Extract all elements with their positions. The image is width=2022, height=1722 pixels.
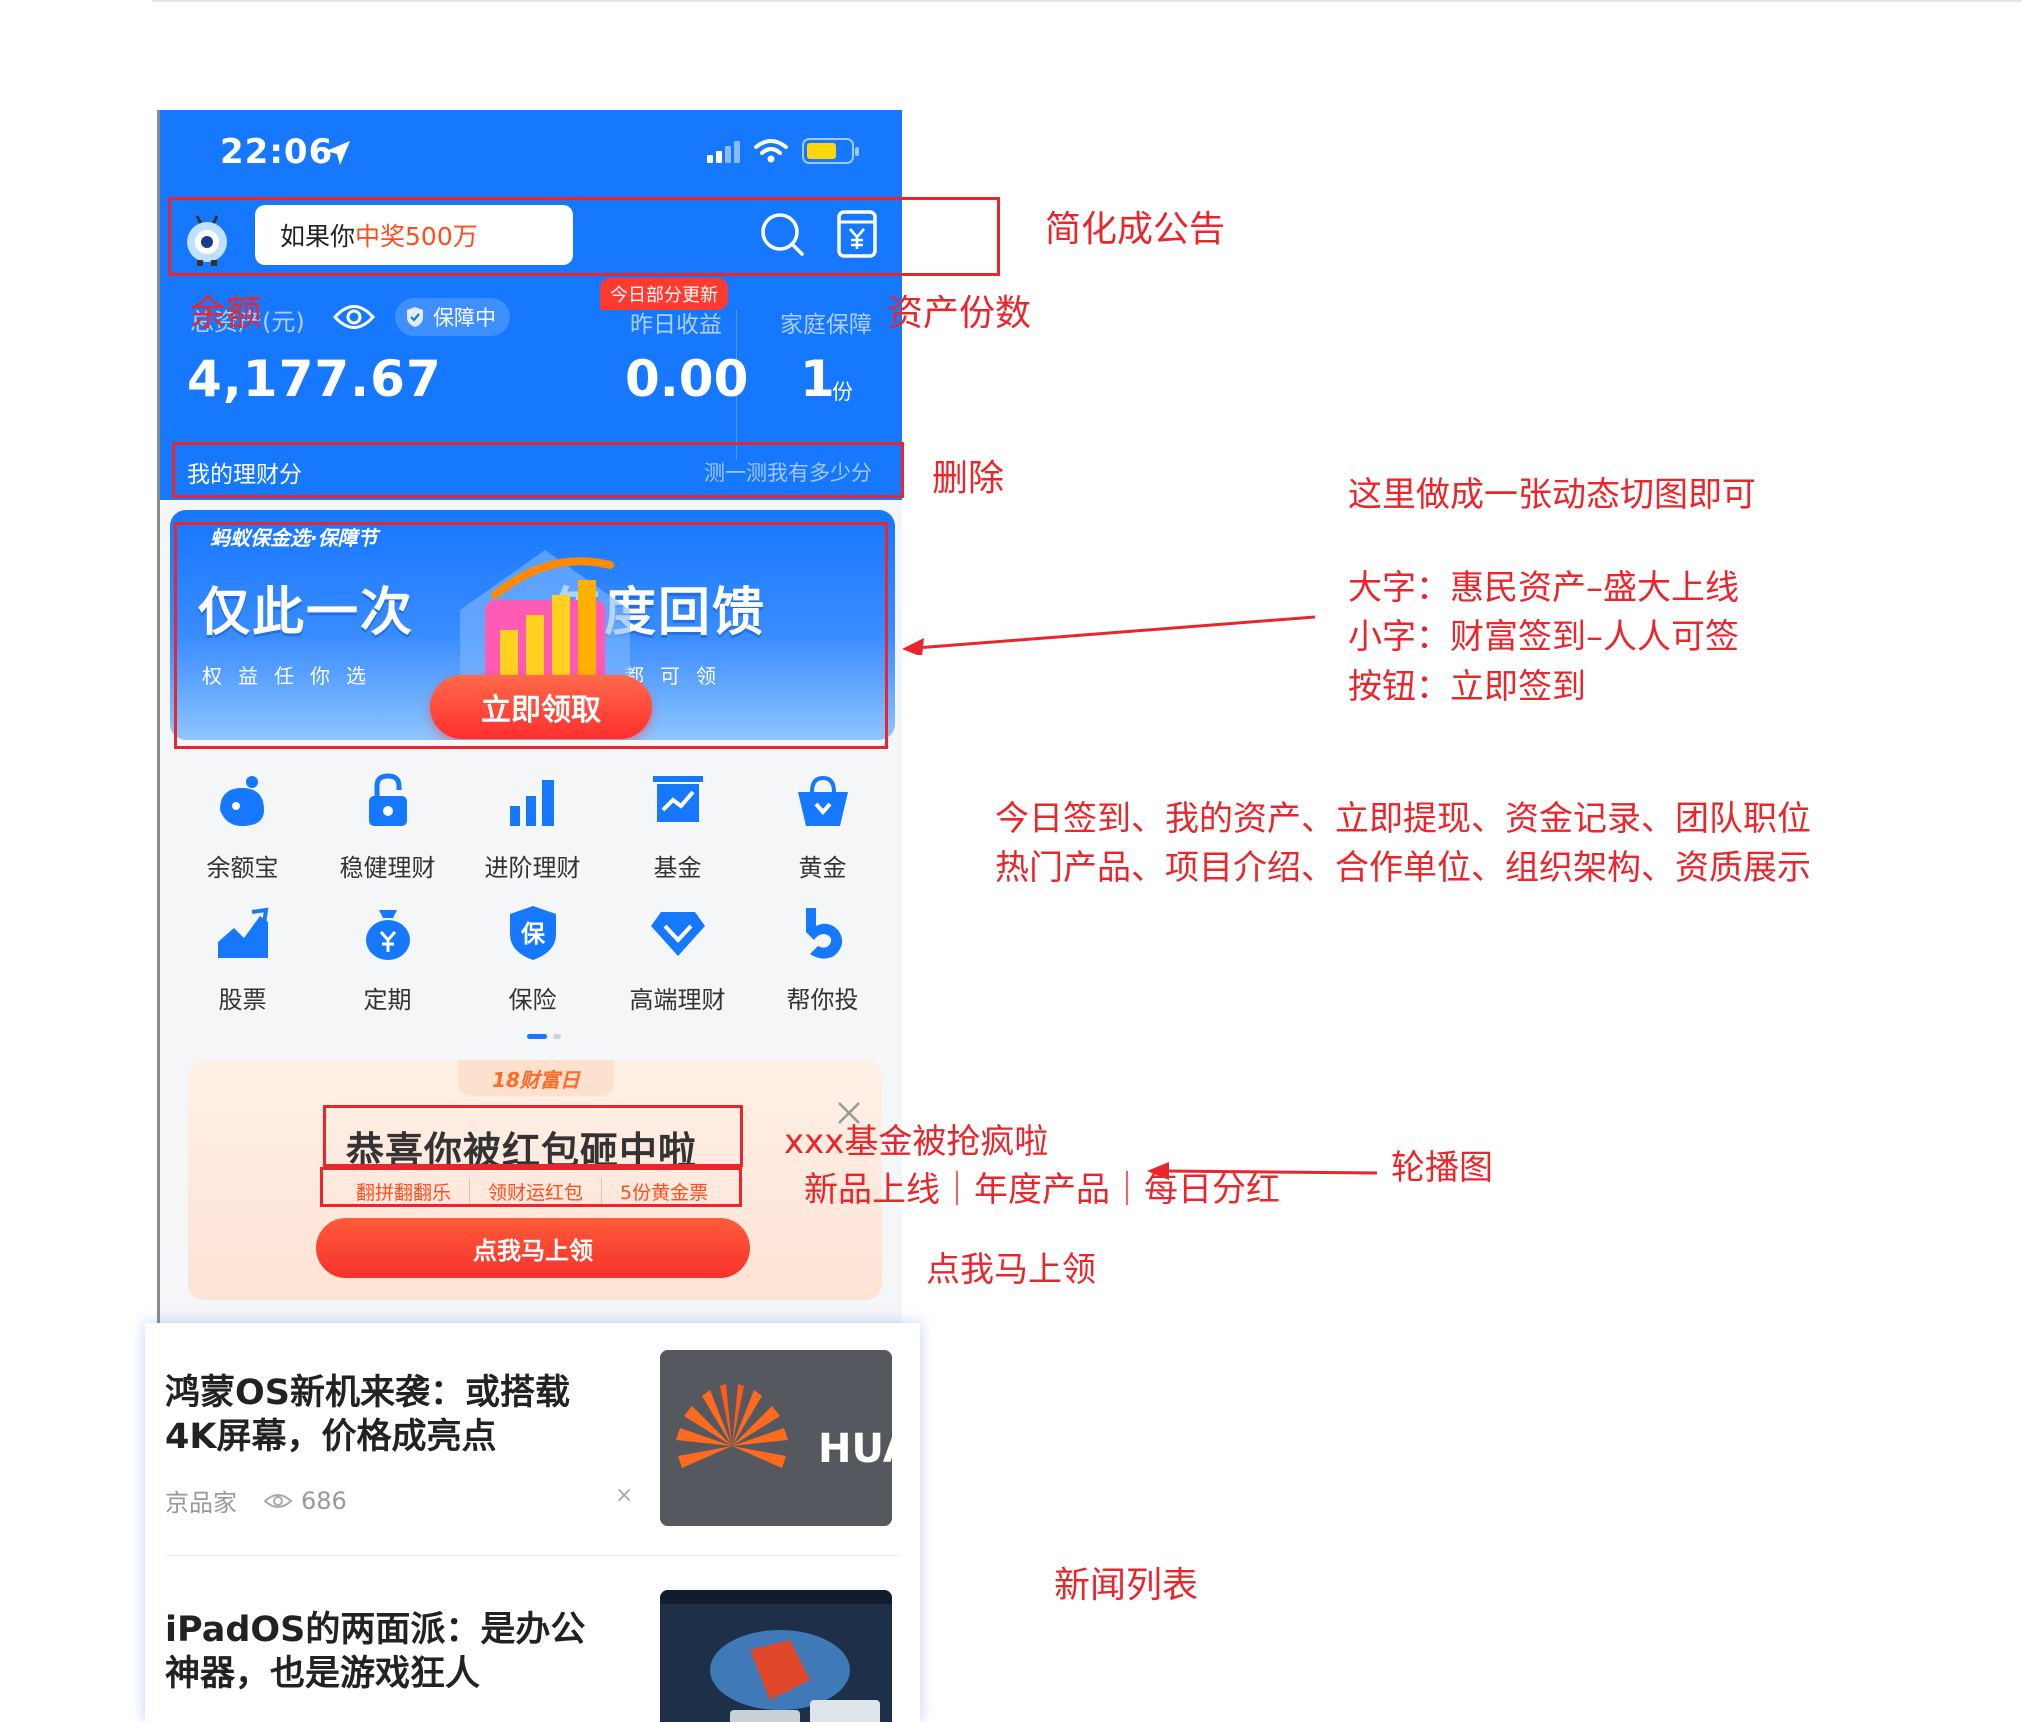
battery-icon [802, 138, 859, 164]
annotation-grid-line2: 热门产品、项目介绍、合作单位、组织架构、资质展示 [995, 848, 1811, 888]
divider [165, 1555, 900, 1556]
annotation-box-banner [174, 522, 888, 749]
annotation-promo-title: xxx基金被抢疯啦 [784, 1122, 1049, 1162]
dismiss-icon[interactable]: × [615, 1483, 633, 1508]
shield-check-icon [407, 307, 423, 327]
eye-icon [263, 1493, 293, 1508]
annotation-arrow-banner [902, 615, 1316, 655]
grid-label: 帮你投 [786, 986, 859, 1014]
status-icons [707, 138, 859, 164]
promo-tag: 18财富日 [458, 1060, 614, 1096]
diamond-icon [650, 912, 705, 956]
annotation-header: 简化成公告 [1045, 209, 1226, 250]
grid-label: 稳健理财 [339, 854, 436, 882]
family-protection-label: 家庭保障 [780, 312, 872, 338]
status-time: 22:06 [220, 132, 334, 172]
annotation-carousel: 轮播图 [1391, 1148, 1493, 1188]
grid-item-insurance[interactable]: 保 保险 [460, 902, 605, 1015]
grid-label: 黄金 [798, 854, 847, 882]
news-meta: 京品家 686 [165, 1483, 347, 1518]
wifi-icon [754, 139, 788, 163]
svg-text:保: 保 [520, 920, 546, 948]
news-item[interactable]: iPadOS的两面派：是办公神器，也是游戏狂人 [165, 1558, 900, 1722]
annotation-banner-button: 按钮：立即签到 [1348, 667, 1586, 707]
helper-icon [805, 908, 842, 959]
grid-label: 余额宝 [206, 854, 279, 882]
eye-icon[interactable] [332, 300, 376, 334]
guard-label: 保障中 [433, 306, 496, 330]
grid-item-premium[interactable]: 高端理财 [605, 902, 750, 1015]
annotation-box-header [168, 197, 1000, 276]
grid-item-stock[interactable]: 股票 [170, 902, 315, 1015]
grid-label: 进阶理财 [484, 854, 581, 882]
grid-label: 基金 [653, 854, 702, 882]
promo-claim-button[interactable]: 点我马上领 [316, 1218, 750, 1278]
grid-item-steady[interactable]: 稳健理财 [315, 770, 460, 883]
grid-item-fixed[interactable]: 定期 [315, 902, 460, 1015]
total-assets-value[interactable]: 4,177.67 [187, 350, 442, 408]
stock-icon [217, 907, 268, 958]
annotation-banner-small: 小字：财富签到–人人可签 [1348, 617, 1739, 657]
signal-icon [707, 139, 740, 163]
annotation-arrow-carousel [1147, 1162, 1378, 1180]
grid-item-gold[interactable]: 黄金 [750, 770, 895, 883]
page-top-rule [152, 0, 2022, 2]
yesterday-income-value[interactable]: 0.00 [625, 350, 748, 408]
annotation-banner-note: 这里做成一张动态切图即可 [1348, 475, 1756, 515]
bar-chart-icon [509, 780, 554, 826]
news-list: 鸿蒙OS新机来袭：或搭载4K屏幕，价格成亮点 京品家 686 × HU iPad… [145, 1323, 920, 1722]
annotation-box-promo-tags [320, 1167, 742, 1207]
news-thumbnail: HUAW [660, 1350, 892, 1526]
annotation-box-score [172, 442, 904, 498]
money-bag-icon [365, 910, 410, 960]
page-indicator [527, 1034, 561, 1039]
news-title: 鸿蒙OS新机来袭：或搭载4K屏幕，价格成亮点 [165, 1373, 570, 1457]
annotation-banner-big: 大字：惠民资产–盛大上线 [1348, 568, 1739, 608]
news-item[interactable]: 鸿蒙OS新机来袭：或搭载4K屏幕，价格成亮点 京品家 686 × HU [165, 1323, 900, 1553]
grid-label: 高端理财 [629, 986, 726, 1014]
grid-item-fund[interactable]: 基金 [605, 770, 750, 883]
location-arrow-icon [326, 141, 350, 165]
gold-bag-icon [797, 775, 848, 826]
yesterday-income-label: 昨日收益 [630, 312, 722, 338]
grid-item-helper[interactable]: 帮你投 [750, 902, 895, 1015]
lock-icon [368, 773, 407, 826]
annotation-grid-line1: 今日签到、我的资产、立即提现、资金记录、团队职位 [995, 799, 1811, 839]
yuebao-icon [219, 776, 264, 826]
guard-status-pill[interactable]: 保障中 [395, 298, 510, 336]
family-protection-value[interactable]: 1 [800, 350, 835, 408]
huawei-logo-icon: HUAW [660, 1350, 892, 1526]
annotation-box-promo-title [323, 1105, 743, 1167]
annotation-delete: 删除 [932, 458, 1005, 499]
annotation-promo-button: 点我马上领 [926, 1250, 1096, 1290]
grid-item-yuebao[interactable]: 余额宝 [170, 770, 315, 883]
news-views: 686 [301, 1486, 347, 1515]
annotation-asset-count: 资产份数 [887, 293, 1032, 334]
grid-label: 保险 [508, 986, 557, 1014]
news-source: 京品家 [165, 1489, 237, 1517]
ipad-screenshot-icon [660, 1590, 892, 1722]
grid-item-advanced[interactable]: 进阶理财 [460, 770, 605, 883]
shield-icon: 保 [509, 906, 556, 960]
news-title: iPadOS的两面派：是办公神器，也是游戏狂人 [165, 1610, 586, 1694]
thumb-text: HUAW [818, 1426, 892, 1472]
news-thumbnail [660, 1590, 892, 1722]
family-protection-unit: 份 [832, 380, 853, 404]
fund-icon [652, 776, 703, 822]
annotation-news-list: 新闻列表 [1054, 1565, 1199, 1606]
annotation-balance: 余额 [190, 293, 263, 334]
grid-label: 定期 [363, 986, 412, 1014]
grid-label: 股票 [218, 986, 267, 1014]
